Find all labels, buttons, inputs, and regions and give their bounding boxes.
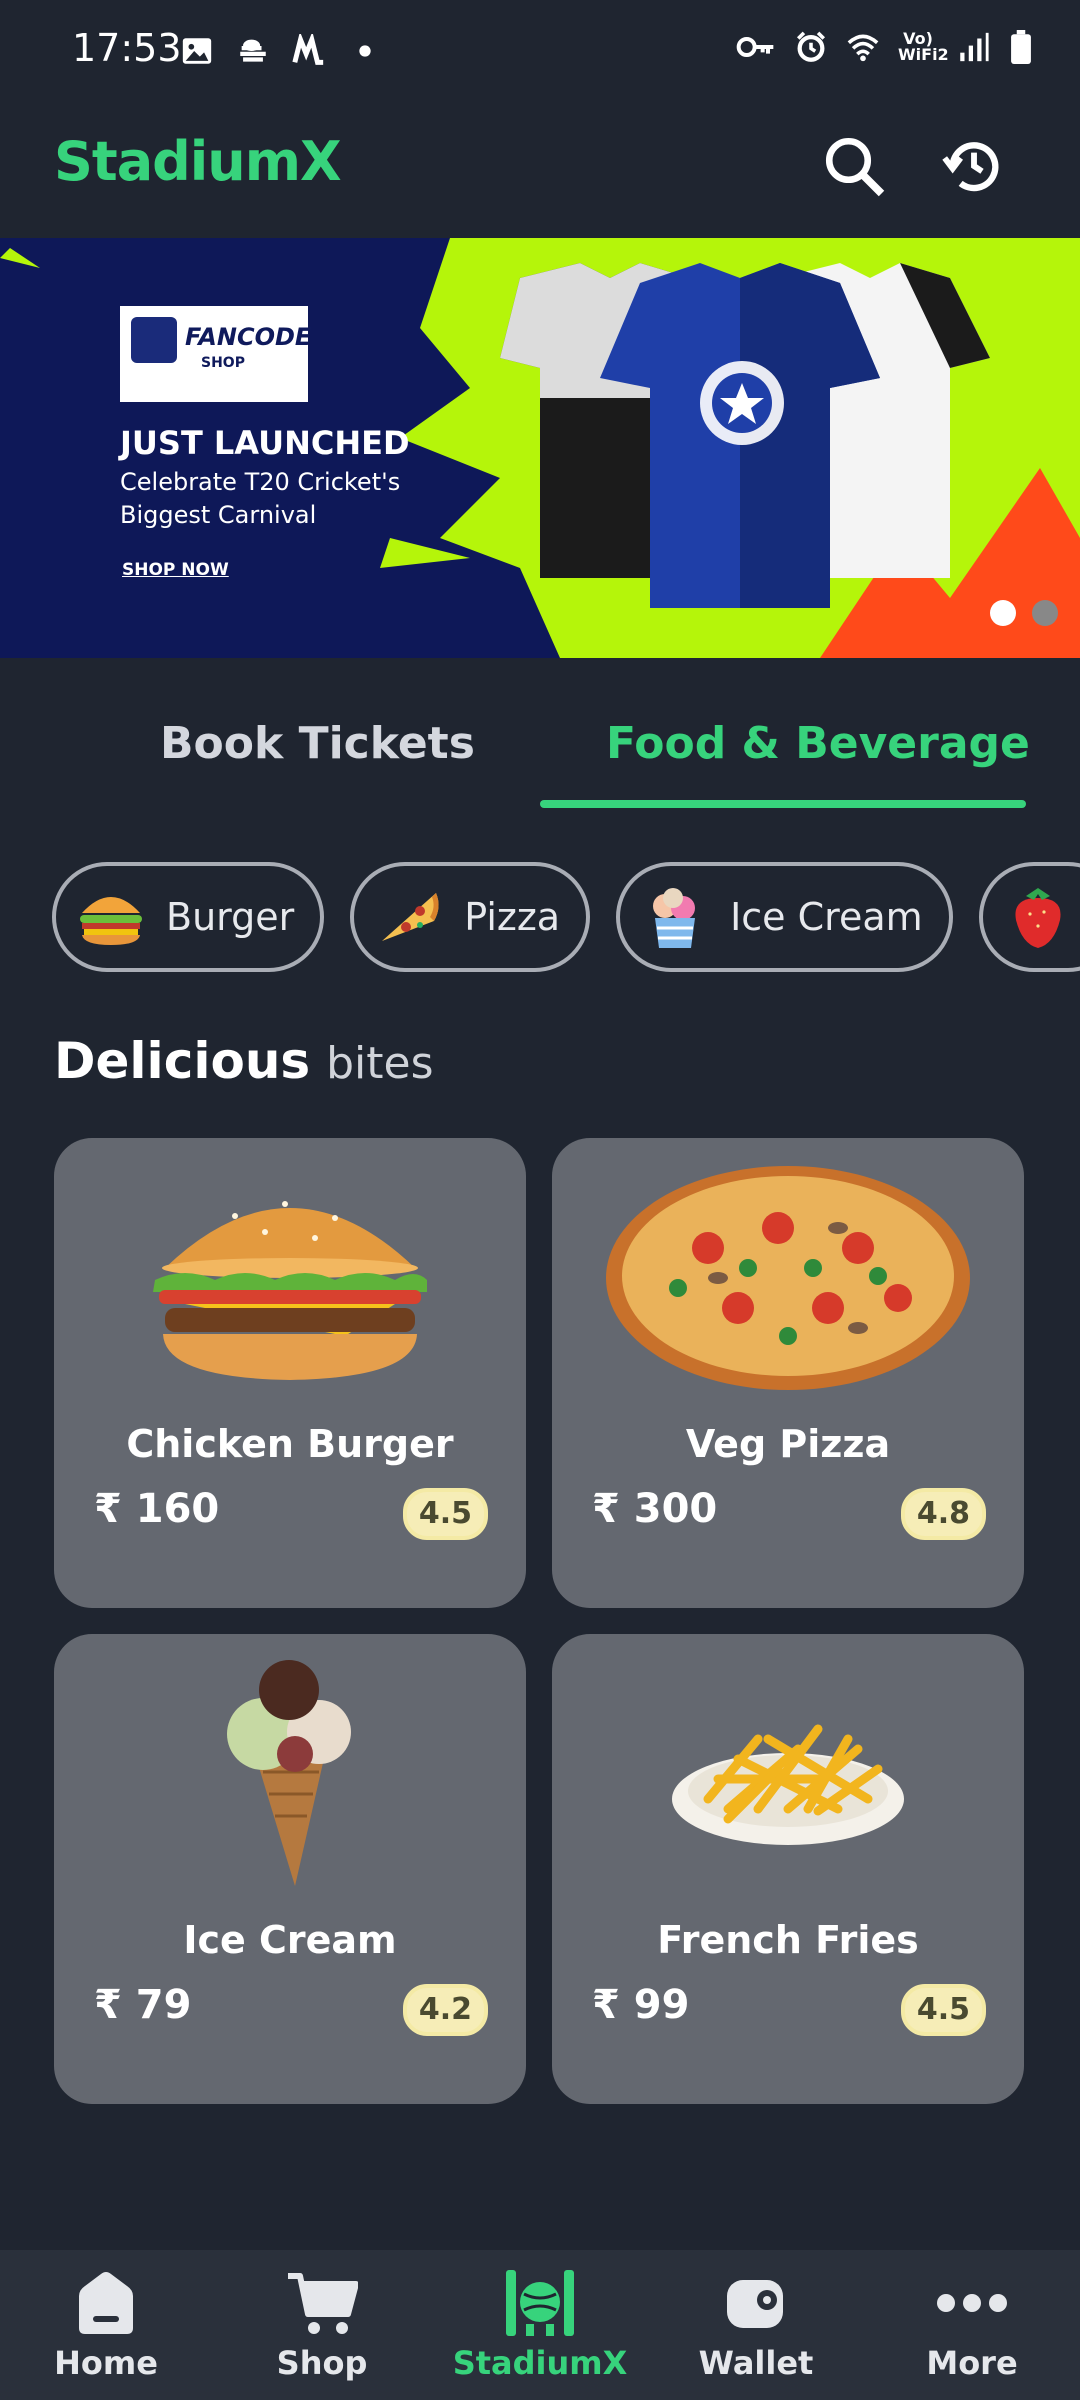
more-icon <box>872 2264 1072 2342</box>
app-header: StadiumX <box>0 110 1080 238</box>
burger-icon <box>76 882 146 952</box>
partner-caption: OFFICIAL MERCHANDISE PARTNER <box>137 384 291 394</box>
home-icon <box>6 2264 206 2342</box>
vowifi-indicator: Vo) WiFi2 <box>898 29 949 64</box>
shop-now-link[interactable]: SHOP NOW <box>122 560 229 580</box>
item-price: ₹ 99 <box>592 1982 690 2028</box>
food-card-french-fries[interactable]: French Fries ₹ 99 4.5 <box>552 1634 1024 2104</box>
status-system-icons: Vo) WiFi2 <box>736 30 1034 64</box>
wallet-icon <box>656 2264 856 2342</box>
chip-label: Ice Cream <box>730 895 923 939</box>
nav-home[interactable]: Home <box>6 2264 206 2394</box>
t20-world-cup-logo <box>131 317 177 363</box>
vpn-key-icon <box>736 37 774 57</box>
nav-stadiumx[interactable]: StadiumX <box>440 2264 640 2394</box>
status-bar: 17:53 Vo) WiFi2 <box>0 0 1080 110</box>
chip-label: Burger <box>166 895 295 939</box>
pizza-icon <box>374 882 444 952</box>
stadium-icon <box>440 2264 640 2342</box>
gallery-icon <box>182 38 212 64</box>
section-title-strong: Delicious <box>54 1032 311 1090</box>
item-price: ₹ 79 <box>94 1982 192 2028</box>
bottom-navigation: Home Shop StadiumX Wallet More <box>0 2250 1080 2400</box>
search-button[interactable] <box>814 126 894 206</box>
app-m-icon <box>292 34 324 65</box>
ice-cream-image <box>54 1654 526 1894</box>
active-tab-indicator <box>540 800 1026 808</box>
item-name: French Fries <box>657 1918 919 1962</box>
chip-pizza[interactable]: Pizza <box>350 862 591 972</box>
chip-ice-cream[interactable]: Ice Cream <box>616 862 953 972</box>
wifi-icon <box>847 34 879 62</box>
ice-cream-icon <box>640 882 710 952</box>
status-notification-icons <box>180 34 382 68</box>
dot-icon <box>359 45 371 57</box>
veg-pizza-image <box>552 1158 1024 1398</box>
chicken-burger-image <box>54 1158 526 1398</box>
nav-shop[interactable]: Shop <box>222 2264 422 2394</box>
chip-label: Pizza <box>464 895 561 939</box>
search-icon <box>825 137 885 197</box>
banner-headline: JUST LAUNCHED <box>120 424 410 462</box>
item-price: ₹ 160 <box>94 1486 220 1532</box>
cloud-icon <box>240 39 266 62</box>
history-button[interactable] <box>934 126 1014 206</box>
category-tabs: Book Tickets Food & Beverage <box>0 700 1080 810</box>
item-name: Chicken Burger <box>126 1422 454 1466</box>
strawberry-icon <box>1003 882 1073 952</box>
food-card-veg-pizza[interactable]: Veg Pizza ₹ 300 4.8 <box>552 1138 1024 1608</box>
chip-strawberry[interactable] <box>978 862 1080 972</box>
item-name: Ice Cream <box>183 1918 397 1962</box>
rating-badge: 4.2 <box>402 1984 488 2036</box>
chip-burger[interactable]: Burger <box>52 862 325 972</box>
brand-logo[interactable]: StadiumX <box>54 130 342 193</box>
battery-icon <box>1011 30 1031 64</box>
item-name: Veg Pizza <box>685 1422 891 1466</box>
nav-more[interactable]: More <box>872 2264 1072 2394</box>
rating-badge: 4.5 <box>402 1488 488 1540</box>
section-title-light: bites <box>326 1038 434 1089</box>
tab-book-tickets[interactable]: Book Tickets <box>160 718 475 769</box>
rating-badge: 4.5 <box>900 1984 986 2036</box>
rating-badge: 4.8 <box>900 1488 986 1540</box>
promo-banner[interactable]: FANCODE SHOP OFFICIAL MERCHANDISE PARTNE… <box>0 238 1080 658</box>
food-card-chicken-burger[interactable]: Chicken Burger ₹ 160 4.5 <box>54 1138 526 1608</box>
section-title: Delicious bites <box>54 1032 434 1090</box>
carousel-dot-active[interactable] <box>990 600 1016 626</box>
nav-wallet[interactable]: Wallet <box>656 2264 856 2394</box>
banner-subtext: Celebrate T20 Cricket's Biggest Carnival <box>120 468 401 529</box>
status-time: 17:53 <box>72 26 182 70</box>
carousel-dots <box>990 600 1058 626</box>
food-category-chips: Burger Pizza Ice Cream <box>52 862 1080 980</box>
history-icon <box>942 142 999 192</box>
carousel-dot[interactable] <box>1032 600 1058 626</box>
signal-icon <box>960 32 989 62</box>
cart-icon <box>222 2264 422 2342</box>
french-fries-image <box>552 1654 1024 1894</box>
alarm-icon <box>796 31 826 62</box>
tab-food-beverage[interactable]: Food & Beverage <box>606 718 1030 769</box>
food-card-ice-cream[interactable]: Ice Cream ₹ 79 4.2 <box>54 1634 526 2104</box>
item-price: ₹ 300 <box>592 1486 718 1532</box>
